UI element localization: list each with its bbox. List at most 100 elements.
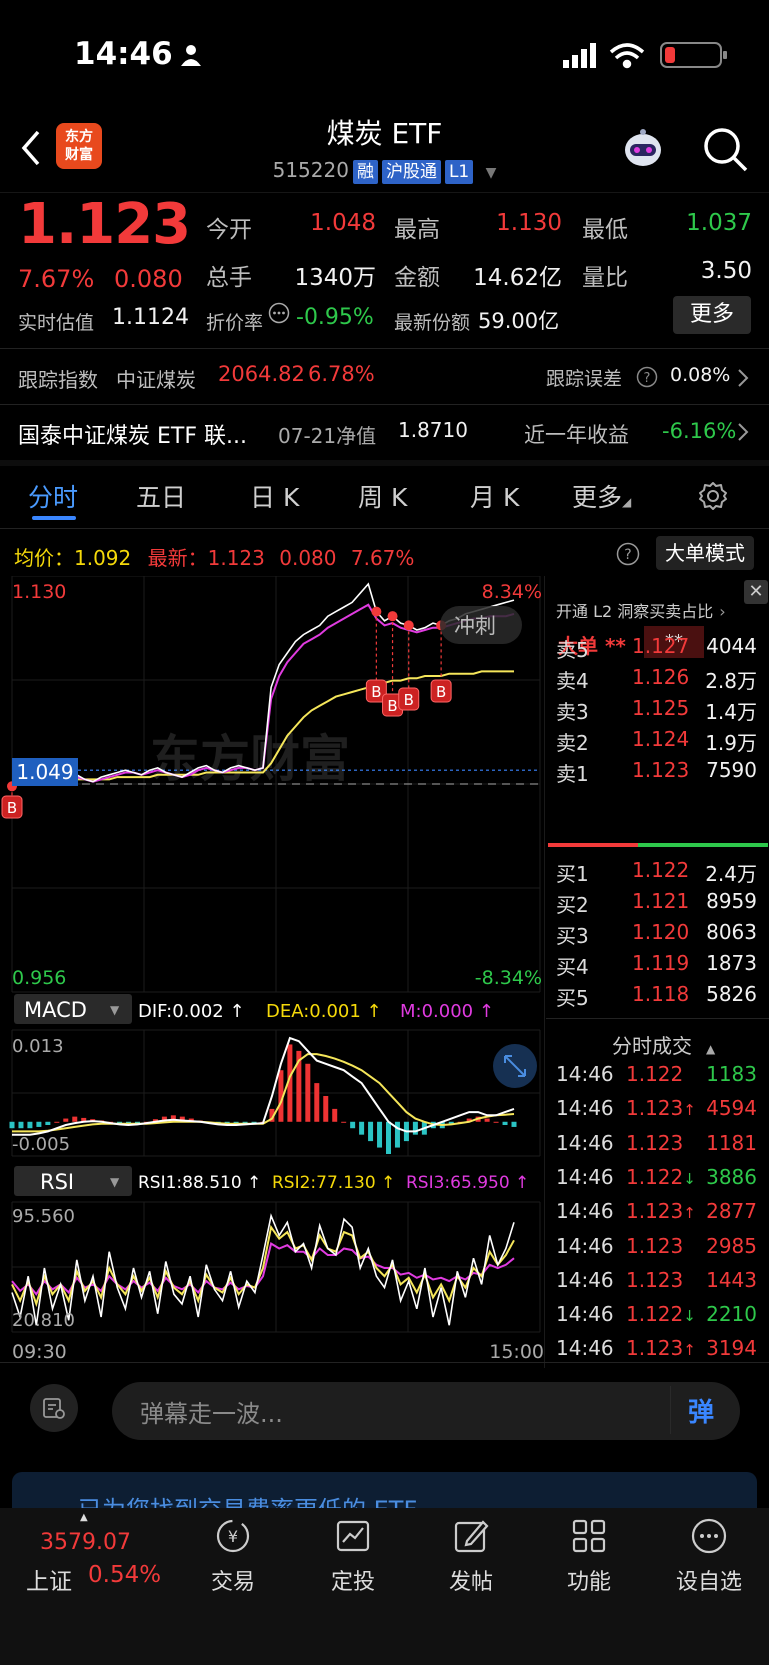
macd-bar: [323, 1096, 329, 1122]
shares-value: 59.00亿: [478, 309, 560, 333]
tick-price-value: 1.123: [626, 1096, 684, 1121]
buy-row: 买5 1.118 5826: [546, 982, 769, 1014]
tick-arrow: ↓: [683, 1307, 696, 1326]
ticks-title[interactable]: 分时成交 ▲: [612, 1030, 715, 1059]
settings-gear-icon[interactable]: [697, 480, 729, 512]
tick-volume: 2985: [706, 1233, 757, 1258]
y-axis-bottom: 0.956: [12, 967, 66, 989]
buy-row-volume: 8959: [706, 889, 757, 913]
last-price: 1.123: [18, 192, 191, 257]
x-axis-end: 15:00: [489, 1341, 544, 1363]
rsi-y-top: 95.560: [12, 1206, 75, 1227]
tick-row: 14:46 1.122↓ 3886: [546, 1165, 769, 1197]
nav-trade[interactable]: ¥ 交易: [188, 1516, 278, 1596]
index-name[interactable]: 上证: [26, 1562, 72, 1596]
tab-monthly-k[interactable]: 月 K: [470, 478, 519, 514]
buy-row-price: 1.122: [632, 858, 690, 882]
latest-value: 1.123: [207, 546, 265, 570]
buy-row-label: 买5: [556, 986, 589, 1010]
big-order-mode-button[interactable]: 大单模式: [656, 536, 754, 570]
latest-change: 0.080: [279, 546, 337, 570]
nav-functions[interactable]: 功能: [544, 1516, 634, 1596]
tab-more-label: 更多: [572, 483, 623, 512]
chevron-right-icon[interactable]: [736, 422, 750, 442]
chevron-right-icon[interactable]: [736, 368, 750, 388]
caret-down-icon: ▼: [485, 165, 497, 181]
expand-button[interactable]: [493, 1044, 537, 1088]
tick-time: 14:46: [556, 1199, 614, 1224]
sell-row-label: 卖5: [556, 638, 589, 662]
rsi1: RSI1:88.510 ↑: [138, 1173, 261, 1193]
index-value[interactable]: 3579.07: [40, 1530, 131, 1555]
tracking-error-value: 0.08%: [670, 364, 731, 386]
latest-pct: 7.67%: [350, 546, 415, 570]
estimate-label: 实时估值: [18, 312, 95, 334]
high-value: 1.130: [496, 210, 562, 236]
tab-weekly-k[interactable]: 周 K: [358, 478, 407, 514]
tick-volume: 2877: [706, 1199, 757, 1224]
ratio-bar-green: [638, 843, 768, 847]
buy-row: 买4 1.119 1873: [546, 951, 769, 983]
tab-more[interactable]: 更多◢: [572, 478, 631, 514]
sprint-badge[interactable]: 冲刺: [440, 606, 522, 644]
nav-invest-plan[interactable]: 定投: [308, 1516, 398, 1596]
dif-line: [12, 1036, 515, 1136]
more-dots-icon[interactable]: [268, 302, 290, 324]
volume-ratio-value: 3.50: [700, 258, 752, 284]
l2-promo[interactable]: 开通 L2 洞察买卖占比 ›: [556, 598, 726, 622]
invest-chart-icon: [336, 1520, 370, 1552]
macd-bar: [18, 1121, 24, 1129]
danmaku-toggle[interactable]: [30, 1384, 78, 1432]
sell-row-label: 卖2: [556, 731, 589, 755]
tick-row: 14:46 1.123↑ 3194: [546, 1336, 769, 1368]
amount-value: 14.62亿: [473, 265, 562, 291]
tick-price: 1.123↑: [626, 1199, 696, 1223]
tab-intraday[interactable]: 分时: [28, 478, 78, 514]
macd-bar: [54, 1121, 60, 1123]
nav-add-watchlist[interactable]: 设自选: [664, 1516, 754, 1596]
help-icon[interactable]: ?: [636, 366, 658, 388]
buy-marker[interactable]: B: [365, 606, 387, 703]
nav-functions-label: 功能: [566, 1570, 611, 1595]
tab-five-day[interactable]: 五日: [136, 478, 186, 514]
tag-margin: 融: [352, 160, 378, 184]
svg-text:?: ?: [624, 547, 631, 563]
tick-volume: 4594: [706, 1096, 757, 1121]
sell-row: 卖5 1.127 4044: [546, 634, 769, 666]
tick-price: 1.123↑: [626, 1096, 696, 1120]
volume-label: 总手: [206, 265, 252, 291]
tracking-index-pct: 6.78%: [308, 362, 375, 386]
more-button[interactable]: 更多: [673, 296, 751, 334]
danmaku-send-button[interactable]: 弹: [688, 1392, 714, 1429]
estimate-value: 1.1124: [112, 305, 189, 330]
nav-post[interactable]: 发帖: [426, 1516, 516, 1596]
tick-volume: 2210: [706, 1302, 757, 1327]
robot-assistant-icon[interactable]: [618, 128, 668, 172]
macd-bar: [36, 1121, 42, 1127]
tab-daily-k[interactable]: 日 K: [250, 478, 299, 514]
buy-marker[interactable]: B: [398, 620, 420, 711]
buy-row-volume: 1873: [706, 951, 757, 975]
search-icon[interactable]: [702, 126, 748, 172]
premium-label: 折价率: [206, 312, 264, 334]
sell-row: 卖3 1.125 1.4万: [546, 696, 769, 728]
close-icon[interactable]: ✕: [744, 580, 768, 604]
tick-price-value: 1.122: [626, 1164, 684, 1189]
macd-y-bottom: -0.005: [12, 1134, 70, 1155]
tracking-index-name[interactable]: 中证煤炭: [116, 364, 196, 393]
return-value: -6.16%: [662, 419, 737, 443]
linked-fund-name[interactable]: 国泰中证煤炭 ETF 联...: [18, 418, 247, 450]
edit-icon: [454, 1520, 489, 1553]
divider: [670, 1386, 671, 1434]
buy-row-label: 买3: [556, 924, 589, 948]
avg-label: 均价：: [14, 546, 74, 570]
buy-row-volume: 2.4万: [705, 862, 757, 886]
help-icon[interactable]: ?: [616, 542, 640, 566]
tick-row: 14:46 1.123 2985: [546, 1234, 769, 1266]
buy-marker[interactable]: B: [1, 781, 23, 819]
buy-row-price: 1.118: [632, 982, 690, 1006]
sprint-label: 冲刺: [454, 614, 496, 638]
intraday-chart[interactable]: 东方财富 BBB B B 1.130 0.956 8.34% -8.34% 冲刺 M…: [0, 576, 546, 1368]
rsi-legend-row: RSI ▼ RSI1:88.510 ↑ RSI2:77.130 ↑ RSI3:6…: [14, 1166, 529, 1196]
macd-bar: [27, 1121, 33, 1129]
